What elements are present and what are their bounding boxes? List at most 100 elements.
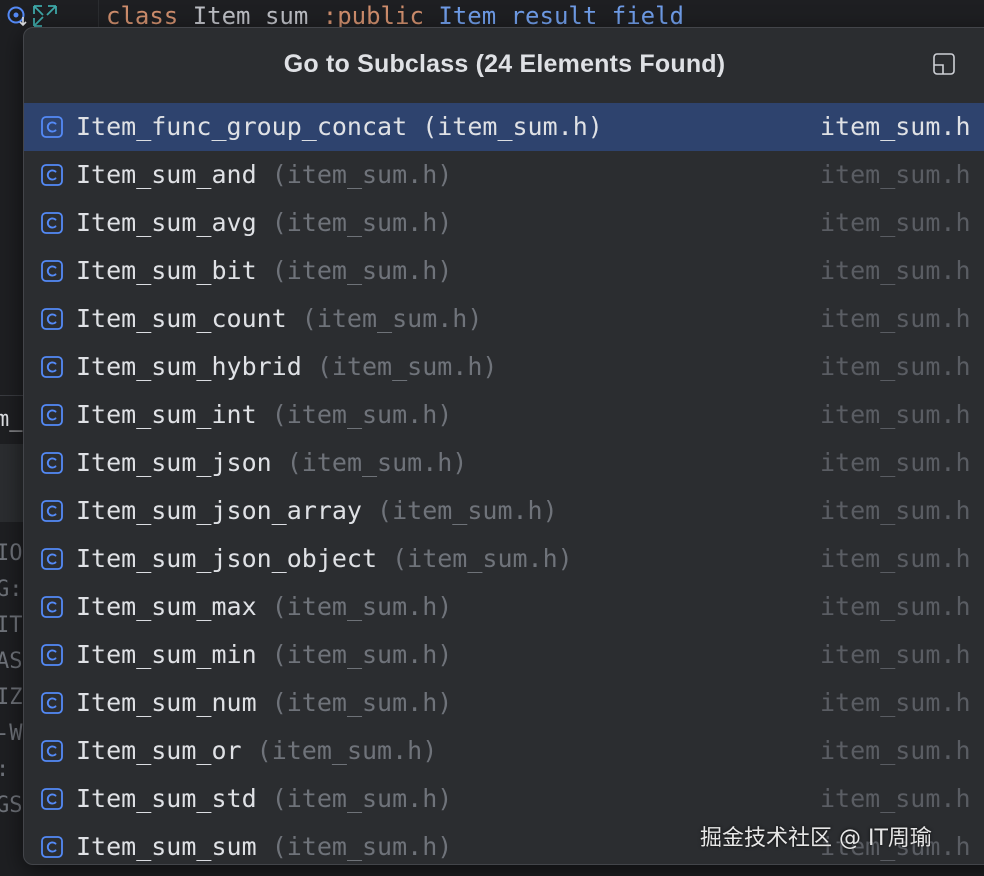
subclass-list-item[interactable]: Item_sum_count (item_sum.h) item_sum.h: [24, 295, 984, 343]
file-name-label: item_sum.h: [820, 208, 971, 237]
subclass-list-item[interactable]: Item_sum_hybrid (item_sum.h) item_sum.h: [24, 343, 984, 391]
subclass-list-item[interactable]: Item_sum_avg (item_sum.h) item_sum.h: [24, 199, 984, 247]
subclass-list-item[interactable]: Item_sum_max (item_sum.h) item_sum.h: [24, 583, 984, 631]
class-name-label: Item_sum_std: [76, 784, 257, 813]
class-icon: [41, 260, 63, 282]
class-location-label: (item_sum.h): [271, 592, 453, 621]
editor-text-line: AS: [0, 649, 23, 674]
pin-window-icon: [932, 52, 956, 80]
class-icon: [41, 836, 63, 858]
class-name-label: Item_sum_sum: [76, 832, 257, 861]
class-location-label: (item_sum.h): [316, 352, 498, 381]
editor-text-line: :: [0, 752, 22, 788]
class-icon: [41, 212, 63, 234]
class-name-label: Item_sum_hybrid: [76, 352, 302, 381]
class-icon: [41, 308, 63, 330]
class-name-label: Item_sum_and: [76, 160, 257, 189]
file-name-label: item_sum.h: [820, 640, 971, 669]
file-name-label: item_sum.h: [820, 544, 971, 573]
class-icon: [41, 740, 63, 762]
subclass-name: Item_sum_bit (item_sum.h): [76, 247, 452, 295]
subclass-name: Item_sum_sum (item_sum.h): [76, 823, 453, 864]
subclass-name: Item_sum_avg (item_sum.h): [76, 199, 452, 247]
hierarchy-indicator-icon[interactable]: [32, 4, 58, 28]
file-name-label: item_sum.h: [820, 448, 971, 477]
gutter-markers: [6, 2, 58, 30]
class-location-label: (item_sum.h): [271, 688, 453, 717]
class-location-label: (item_sum.h): [377, 496, 558, 525]
subclass-list-item[interactable]: Item_func_group_concat (item_sum.h) item_…: [24, 103, 984, 151]
editor-text-line: IZ: [0, 685, 23, 710]
editor-text-line: G:: [0, 577, 23, 602]
class-location-label: (item_sum.h): [256, 736, 438, 765]
class-icon: [41, 116, 63, 138]
subclass-list-item[interactable]: Item_sum_int (item_sum.h) item_sum.h: [24, 391, 984, 439]
class-location-label: (item_sum.h): [271, 832, 453, 861]
class-icon: [41, 452, 63, 474]
class-icon: [41, 500, 63, 522]
class-location-label: (item_sum.h): [271, 160, 453, 189]
popup-title: Go to Subclass (24 Elements Found): [283, 50, 726, 78]
subclass-name: Item_sum_or (item_sum.h): [76, 727, 437, 775]
file-name-label: item_sum.h: [820, 736, 971, 765]
file-name-label: item_sum.h: [820, 688, 971, 717]
class-icon: [41, 356, 63, 378]
open-in-find-window-button[interactable]: [930, 52, 958, 80]
class-location-label: (item_sum.h): [271, 400, 453, 429]
subclass-list-item[interactable]: Item_sum_or (item_sum.h) item_sum.h: [24, 727, 984, 775]
subclass-name: Item_sum_count (item_sum.h): [76, 295, 482, 343]
class-name-label: Item_func_group_concat: [76, 112, 408, 141]
class-icon: [41, 692, 63, 714]
file-name-label: item_sum.h: [820, 400, 971, 429]
file-name-label: item_sum.h: [820, 304, 971, 333]
keyword-public: :public: [322, 2, 424, 30]
file-name-label: item_sum.h: [820, 784, 971, 813]
class-name-label: Item_sum_min: [76, 640, 257, 669]
file-name-label: item_sum.h: [820, 160, 971, 189]
go-to-subclass-popup: Go to Subclass (24 Elements Found) Item_…: [23, 27, 984, 865]
class-location-label: (item_sum.h): [301, 304, 483, 333]
file-name-label: item_sum.h: [820, 496, 971, 525]
watermark: 掘金技术社区 @ IT周瑜: [700, 826, 932, 851]
class-icon: [41, 788, 63, 810]
subclass-name: Item_sum_int (item_sum.h): [76, 391, 452, 439]
file-name-label: item_sum.h: [820, 256, 971, 285]
subclass-list-item[interactable]: Item_sum_json_object (item_sum.h) item_su…: [24, 535, 984, 583]
subclass-list-item[interactable]: Item_sum_num (item_sum.h) item_sum.h: [24, 679, 984, 727]
class-location-label: (item_sum.h): [271, 784, 453, 813]
subclass-name: Item_sum_min (item_sum.h): [76, 631, 452, 679]
class-icon: [41, 596, 63, 618]
class-location-label: (item_sum.h): [422, 112, 603, 141]
class-name-label: Item_sum_avg: [76, 208, 257, 237]
file-name-label: item_sum.h: [820, 592, 971, 621]
class-icon: [41, 164, 63, 186]
class-location-label: (item_sum.h): [392, 544, 573, 573]
subclass-list-item[interactable]: Item_sum_and (item_sum.h) item_sum.h: [24, 151, 984, 199]
class-icon: [41, 644, 63, 666]
subclass-list-item[interactable]: Item_sum_std (item_sum.h) item_sum.h: [24, 775, 984, 823]
subclass-list-item[interactable]: Item_sum_json (item_sum.h) item_sum.h: [24, 439, 984, 487]
editor-tab-label: m_: [0, 407, 23, 432]
editor-text-line: IO: [0, 541, 23, 566]
class-location-label: (item_sum.h): [271, 640, 453, 669]
keyword-class: class: [106, 2, 179, 30]
subclass-name: Item_sum_and (item_sum.h): [76, 151, 452, 199]
class-name-label: Item_sum_bit: [76, 256, 257, 285]
class-icon: [41, 404, 63, 426]
subclass-name: Item_sum_std (item_sum.h): [76, 775, 452, 823]
override-indicator-icon[interactable]: [6, 5, 28, 27]
base-class-name: Item_result_field: [438, 2, 684, 30]
class-location-label: (item_sum.h): [286, 448, 468, 477]
subclass-list-item[interactable]: Item_sum_json_array (item_sum.h) item_sum…: [24, 487, 984, 535]
subclass-name: Item_sum_num (item_sum.h): [76, 679, 452, 727]
class-name-label: Item_sum_json_object: [76, 544, 378, 573]
gutter-divider: [98, 0, 99, 28]
popup-header: Go to Subclass (24 Elements Found): [24, 28, 984, 102]
subclass-list-item[interactable]: Item_sum_bit (item_sum.h) item_sum.h: [24, 247, 984, 295]
subclass-list-item[interactable]: Item_sum_min (item_sum.h) item_sum.h: [24, 631, 984, 679]
class-location-label: (item_sum.h): [271, 256, 453, 285]
subclass-name: Item_sum_hybrid (item_sum.h): [76, 343, 497, 391]
editor-text-line: -W: [0, 721, 23, 746]
subclass-name: Item_sum_json_array (item_sum.h): [76, 487, 558, 535]
class-name-label: Item_sum_json: [76, 448, 272, 477]
